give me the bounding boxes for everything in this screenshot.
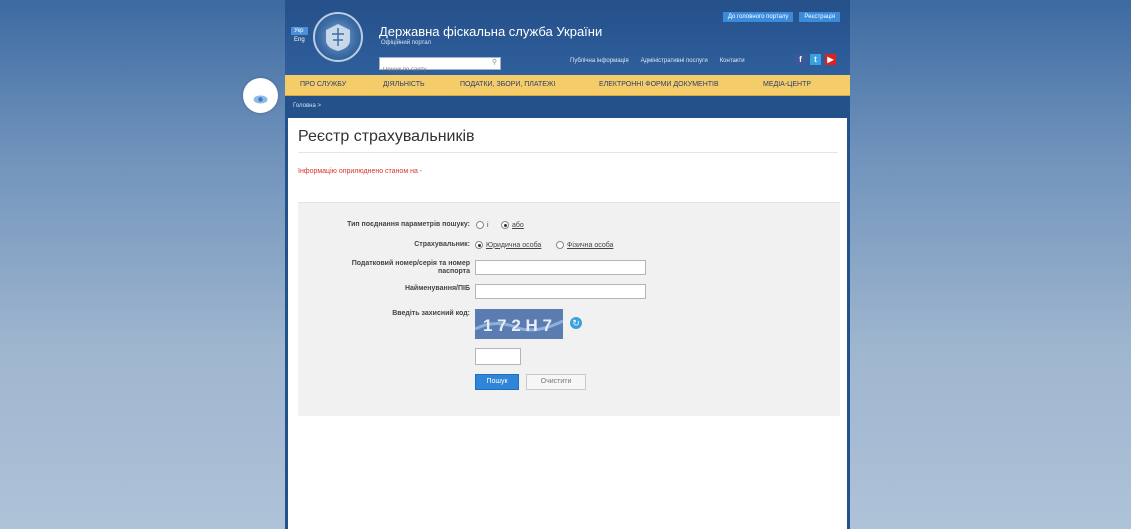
- captcha-input[interactable]: [475, 348, 521, 365]
- refresh-captcha-icon[interactable]: ↻: [570, 317, 582, 329]
- captcha-label: Введіть захисний код:: [392, 310, 470, 317]
- accessibility-button[interactable]: [243, 78, 278, 113]
- logo-emblem[interactable]: [313, 12, 363, 62]
- search-button[interactable]: Пошук: [475, 374, 519, 390]
- page-container: Укр Eng Державна фіскальна служба Україн…: [285, 0, 850, 529]
- publication-info: Інформацію оприлюднено станом на -: [298, 168, 423, 175]
- insurer-label: Страхувальник:: [414, 241, 470, 248]
- top-links: До головного порталу Реєстрація: [722, 12, 840, 22]
- insurer-physical-label: Фізична особа: [567, 241, 614, 249]
- facebook-icon[interactable]: f: [795, 54, 806, 65]
- combo-or-option[interactable]: або: [501, 221, 524, 229]
- combo-or-label: або: [512, 221, 524, 229]
- radio-or[interactable]: [501, 221, 509, 229]
- tax-label-line1: Податковий номер/серія та номер: [351, 260, 470, 267]
- lang-eng[interactable]: Eng: [291, 37, 308, 43]
- menu-about[interactable]: ПРО СЛУЖБУ: [300, 75, 346, 95]
- nav-contacts[interactable]: Контакти: [720, 58, 745, 64]
- divider: [298, 152, 838, 153]
- eye-icon: [253, 91, 268, 104]
- site-header: Укр Eng Державна фіскальна служба Україн…: [285, 0, 850, 76]
- search-form: Тип поєднання параметрів пошуку: і або С…: [298, 202, 840, 416]
- menu-eforms[interactable]: ЕЛЕКТРОННІ ФОРМИ ДОКУМЕНТІВ: [599, 75, 719, 95]
- nav-admin-services[interactable]: Адміністративні послуги: [641, 58, 708, 64]
- main-portal-link[interactable]: До головного порталу: [722, 12, 794, 22]
- twitter-icon[interactable]: t: [810, 54, 821, 65]
- combo-type-label: Тип поєднання параметрів пошуку:: [347, 221, 470, 228]
- menu-media[interactable]: МЕДІА-ЦЕНТР: [763, 75, 811, 95]
- tax-number-field[interactable]: [475, 260, 646, 275]
- language-switcher: Укр Eng: [291, 27, 308, 43]
- register-link[interactable]: Реєстрація: [799, 12, 840, 22]
- page-title: Реєстр страхувальників: [298, 128, 475, 145]
- radio-legal[interactable]: [475, 241, 483, 249]
- radio-physical[interactable]: [556, 241, 564, 249]
- youtube-icon[interactable]: ▶: [825, 54, 836, 65]
- tax-label-line2: паспорта: [437, 268, 470, 275]
- site-subtitle: Офіційний портал: [381, 40, 432, 46]
- main-menu: ПРО СЛУЖБУ ДІЯЛЬНІСТЬ ПОДАТКИ, ЗБОРИ, ПЛ…: [285, 75, 850, 96]
- captcha-text: 1 7 2 H 7: [483, 316, 552, 335]
- captcha-image: 1 7 2 H 7: [474, 309, 564, 339]
- breadcrumb[interactable]: Головна >: [293, 103, 321, 109]
- name-label: Найменування/ПІБ: [404, 285, 470, 292]
- menu-taxes[interactable]: ПОДАТКИ, ЗБОРИ, ПЛАТЕЖІ: [460, 75, 555, 95]
- combo-and-label: і: [487, 221, 489, 229]
- name-field[interactable]: [475, 284, 646, 299]
- insurer-legal-option[interactable]: Юридична особа: [475, 241, 541, 249]
- search-input[interactable]: [380, 64, 486, 76]
- main-content: Реєстр страхувальників Інформацію оприлю…: [288, 118, 847, 529]
- emblem-icon: [326, 24, 350, 51]
- combo-and-option[interactable]: і: [476, 221, 489, 229]
- lang-ukr[interactable]: Укр: [291, 27, 308, 35]
- tax-number-label: Податковий номер/серія та номер паспорта: [352, 260, 470, 276]
- insurer-legal-label: Юридична особа: [486, 241, 542, 249]
- insurer-physical-option[interactable]: Фізична особа: [556, 241, 613, 249]
- search-box: ⚲: [379, 57, 501, 76]
- search-icon[interactable]: ⚲: [492, 58, 497, 66]
- nav-public-info[interactable]: Публічна інформація: [570, 58, 629, 64]
- site-title[interactable]: Державна фіскальна служба України: [379, 24, 602, 39]
- secondary-nav: Публічна інформація Адміністративні посл…: [570, 58, 745, 64]
- menu-activity[interactable]: ДІЯЛЬНІСТЬ: [383, 75, 425, 95]
- clear-button[interactable]: Очистити: [526, 374, 586, 390]
- social-links: f t ▶: [795, 54, 836, 65]
- radio-and[interactable]: [476, 221, 484, 229]
